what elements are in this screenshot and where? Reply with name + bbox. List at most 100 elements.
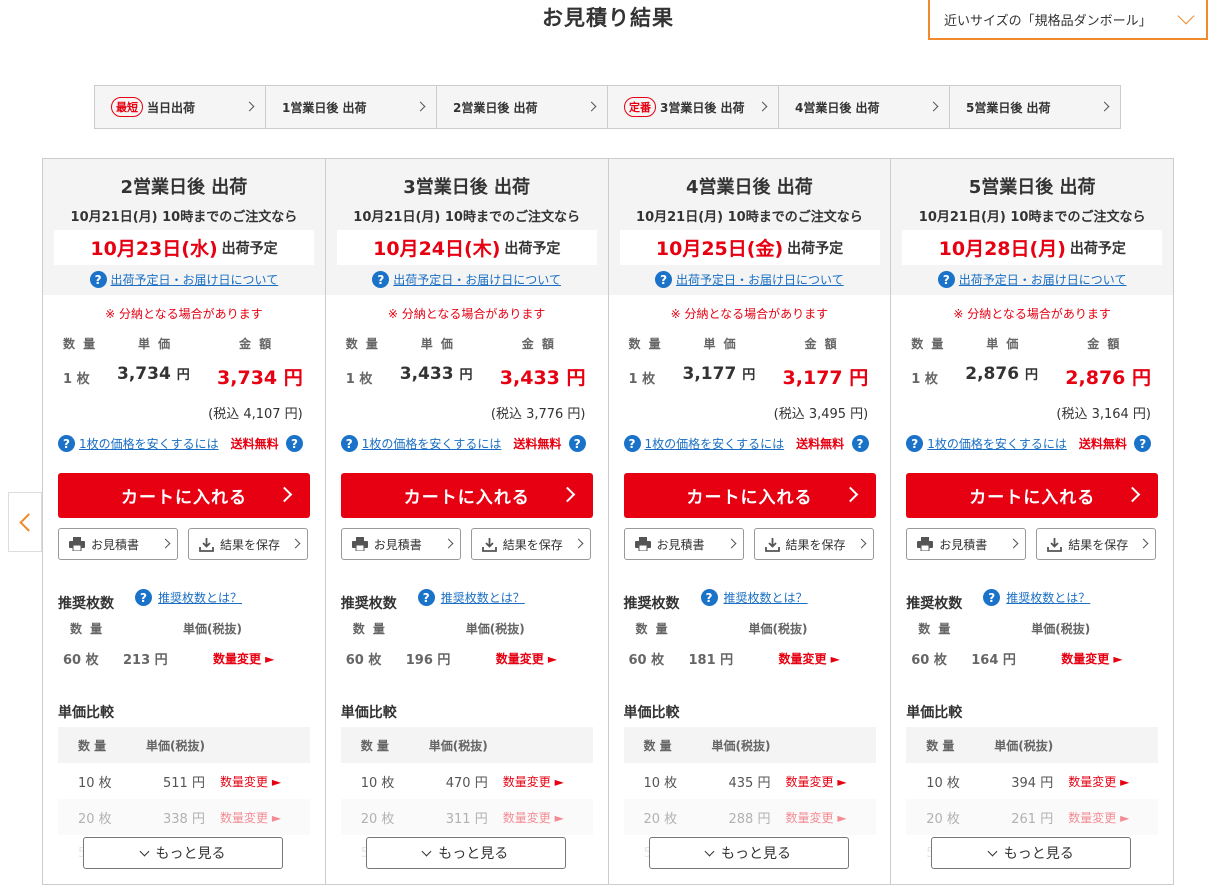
recommended-help-link[interactable]: 推奨枚数とは？ bbox=[1006, 589, 1090, 606]
change-quantity-link[interactable]: 数量変更 ► bbox=[503, 809, 564, 826]
recommended-price: 213 円 bbox=[123, 653, 168, 668]
price-comparison-title: 単価比較 bbox=[623, 705, 680, 721]
printer-icon bbox=[69, 537, 85, 551]
help-icon[interactable]: ? bbox=[372, 271, 390, 288]
help-icon[interactable]: ? bbox=[937, 271, 955, 288]
change-quantity-link[interactable]: 数量変更 ► bbox=[220, 809, 281, 826]
similar-size-dropdown[interactable]: 近いサイズの「規格品ダンボール」 bbox=[928, 0, 1208, 40]
estimate-button[interactable]: お見積書 bbox=[340, 528, 461, 560]
change-quantity-link[interactable]: 数量変更 ► bbox=[779, 650, 840, 667]
carousel-prev-button[interactable] bbox=[8, 492, 42, 552]
recommended-help-link[interactable]: 推奨枚数とは？ bbox=[441, 589, 525, 606]
cheaper-link[interactable]: 1枚の価格を安くするには bbox=[79, 435, 219, 452]
change-quantity-link[interactable]: 数量変更 ► bbox=[503, 773, 564, 790]
ship-date-box: 10月23日(水) 出荷予定 bbox=[54, 230, 314, 265]
tab-4-day[interactable]: 4営業日後 出荷 bbox=[779, 86, 950, 128]
chevron-left-icon bbox=[18, 512, 38, 532]
delivery-help-link[interactable]: 出荷予定日・お届け日について bbox=[111, 271, 279, 288]
help-icon[interactable]: ? bbox=[983, 589, 1001, 606]
help-icon[interactable]: ? bbox=[417, 589, 435, 606]
help-icon[interactable]: ? bbox=[623, 435, 641, 452]
ship-date: 10月25日(金) bbox=[655, 238, 784, 260]
show-more-button[interactable]: もっと見る bbox=[931, 837, 1132, 869]
help-icon[interactable]: ? bbox=[340, 435, 358, 452]
change-quantity-link[interactable]: 数量変更 ► bbox=[1068, 809, 1129, 826]
cheaper-link[interactable]: 1枚の価格を安くするには bbox=[927, 435, 1067, 452]
quantity-value: 1 枚 bbox=[628, 372, 656, 387]
cmp-qty: 10 枚 bbox=[926, 775, 960, 791]
tax-included-value: (税込 4,107 円) bbox=[208, 407, 303, 422]
delivery-help-link[interactable]: 出荷予定日・お届け日について bbox=[393, 271, 561, 288]
chevron-right-icon bbox=[160, 538, 171, 549]
change-quantity-link[interactable]: 数量変更 ► bbox=[786, 773, 847, 790]
cmp-price-header: 単価(税抜) bbox=[711, 738, 771, 753]
help-icon[interactable]: ? bbox=[906, 435, 924, 452]
help-icon[interactable]: ? bbox=[568, 435, 586, 452]
estimate-button[interactable]: お見積書 bbox=[58, 528, 178, 560]
help-icon[interactable]: ? bbox=[655, 271, 673, 288]
tab-1-day[interactable]: 1営業日後 出荷 bbox=[266, 86, 437, 128]
card-title: 2営業日後 出荷 bbox=[120, 177, 248, 198]
unit-price-header: 単 価 bbox=[138, 337, 173, 351]
price-comparison-title: 単価比較 bbox=[906, 705, 963, 721]
save-result-button[interactable]: 結果を保存 bbox=[470, 528, 591, 560]
help-icon[interactable]: ? bbox=[851, 435, 869, 452]
add-to-cart-button[interactable]: カートに入れる bbox=[340, 473, 593, 518]
show-more-button[interactable]: もっと見る bbox=[365, 837, 566, 869]
delivery-help-link[interactable]: 出荷予定日・お届け日について bbox=[676, 271, 844, 288]
cmp-price-header: 単価(税抜) bbox=[146, 738, 205, 753]
change-quantity-link[interactable]: 数量変更 ► bbox=[1061, 650, 1122, 667]
unit-price-number: 3,177 bbox=[682, 364, 737, 384]
add-to-cart-button[interactable]: カートに入れる bbox=[58, 473, 310, 518]
printer-icon bbox=[351, 537, 368, 551]
quote-card: 3営業日後 出荷 10月21日(月) 10時までのご注文なら 10月24日(木)… bbox=[325, 159, 609, 884]
add-to-cart-button[interactable]: カートに入れる bbox=[623, 473, 876, 518]
change-quantity-link[interactable]: 数量変更 ► bbox=[213, 650, 274, 667]
change-quantity-link[interactable]: 数量変更 ► bbox=[1068, 773, 1129, 790]
delivery-help-link[interactable]: 出荷予定日・お届け日について bbox=[959, 271, 1127, 288]
download-icon bbox=[481, 537, 497, 552]
save-result-button[interactable]: 結果を保存 bbox=[1036, 528, 1157, 560]
tab-label: 当日出荷 bbox=[147, 100, 196, 115]
recommended-price-header: 単価(税抜) bbox=[748, 622, 808, 636]
help-icon[interactable]: ? bbox=[286, 435, 303, 452]
recommended-title: 推奨枚数 bbox=[623, 596, 680, 612]
unit-price-value: 2,876 円 bbox=[965, 364, 1038, 384]
table-row: 20 枚 261 円 数量変更 ► bbox=[906, 799, 1159, 835]
cmp-price: 288 円 bbox=[728, 811, 771, 827]
ship-scheduled-label: 出荷予定 bbox=[787, 240, 844, 257]
help-icon[interactable]: ? bbox=[1134, 435, 1152, 452]
tab-label: 4営業日後 出荷 bbox=[795, 100, 880, 115]
change-quantity-link[interactable]: 数量変更 ► bbox=[220, 773, 281, 790]
recommended-help-link[interactable]: 推奨枚数とは？ bbox=[724, 589, 808, 606]
cmp-price-header: 単価(税抜) bbox=[994, 738, 1054, 753]
cmp-qty: 20 枚 bbox=[926, 811, 960, 827]
tab-2-day[interactable]: 2営業日後 出荷 bbox=[437, 86, 608, 128]
show-more-button[interactable]: もっと見る bbox=[648, 837, 849, 869]
cheaper-help: ? 1枚の価格を安くするには 送料無料 ? bbox=[340, 435, 586, 452]
cheaper-link[interactable]: 1枚の価格を安くするには bbox=[362, 435, 502, 452]
estimate-button[interactable]: お見積書 bbox=[623, 528, 744, 560]
change-quantity-link[interactable]: 数量変更 ► bbox=[786, 809, 847, 826]
help-icon[interactable]: ? bbox=[89, 271, 107, 288]
help-icon[interactable]: ? bbox=[135, 589, 152, 606]
show-more-button[interactable]: もっと見る bbox=[83, 837, 283, 869]
change-quantity-link[interactable]: 数量変更 ► bbox=[496, 650, 557, 667]
add-to-cart-button[interactable]: カートに入れる bbox=[906, 473, 1159, 518]
order-deadline: 10月21日(月) 10時までのご注文なら bbox=[636, 210, 863, 225]
cheaper-link[interactable]: 1枚の価格を安くするには bbox=[645, 435, 785, 452]
tab-3-day[interactable]: 定番 3営業日後 出荷 bbox=[608, 86, 779, 128]
help-icon[interactable]: ? bbox=[58, 435, 75, 452]
unit-price-value: 3,734 円 bbox=[117, 364, 190, 384]
table-row: 20 枚 288 円 数量変更 ► bbox=[623, 799, 876, 835]
tab-same-day[interactable]: 最短 当日出荷 bbox=[95, 86, 266, 128]
help-icon[interactable]: ? bbox=[700, 589, 718, 606]
recommended-qty-header: 数 量 bbox=[918, 622, 953, 636]
tab-5-day[interactable]: 5営業日後 出荷 bbox=[950, 86, 1120, 128]
unit-price-number: 3,734 bbox=[117, 364, 171, 384]
recommended-help-link[interactable]: 推奨枚数とは？ bbox=[158, 589, 242, 606]
estimate-button[interactable]: お見積書 bbox=[906, 528, 1027, 560]
save-result-button[interactable]: 結果を保存 bbox=[753, 528, 874, 560]
save-result-button[interactable]: 結果を保存 bbox=[188, 528, 308, 560]
unit-price-value: 3,177 円 bbox=[683, 364, 756, 384]
